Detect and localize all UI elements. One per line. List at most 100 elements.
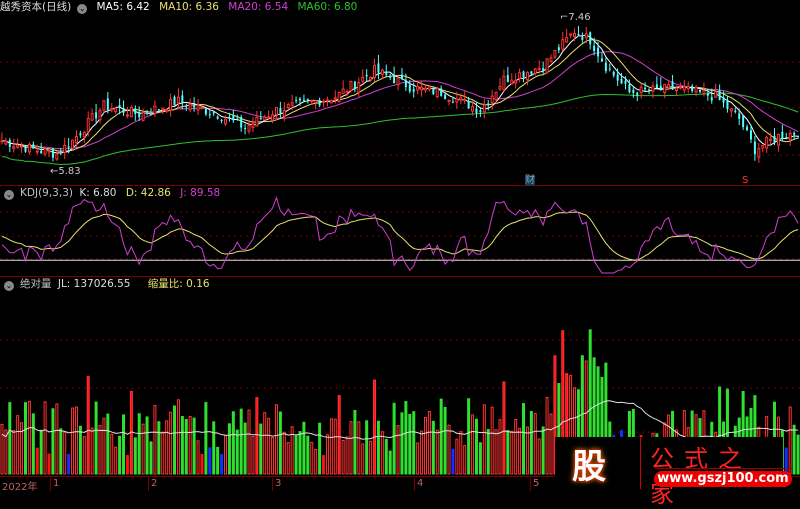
candle xyxy=(251,123,255,128)
candle xyxy=(487,103,490,105)
volume-bar xyxy=(274,404,278,475)
candle xyxy=(247,124,251,132)
volume-bar xyxy=(208,447,212,475)
candle xyxy=(146,112,149,114)
year-label: 2022年 xyxy=(2,482,38,493)
candle xyxy=(236,118,239,120)
volume-bar xyxy=(341,439,345,475)
candle xyxy=(616,74,619,81)
volume-bar xyxy=(286,442,290,475)
candle xyxy=(404,79,407,88)
volume-bar xyxy=(102,417,106,475)
volume-bar xyxy=(141,423,145,475)
candle xyxy=(114,107,118,112)
volume-bar xyxy=(494,429,498,475)
kdj-j-line xyxy=(1,196,799,274)
candle xyxy=(734,110,737,113)
volume-bar xyxy=(153,404,157,475)
candle xyxy=(82,131,86,138)
candle xyxy=(302,99,305,101)
volume-bar xyxy=(463,445,467,475)
candle xyxy=(565,37,569,43)
stock-chart[interactable] xyxy=(0,0,800,476)
month-tick: 4 xyxy=(414,478,423,491)
candle xyxy=(63,144,67,153)
candle xyxy=(451,101,454,103)
candle xyxy=(337,91,341,102)
candle xyxy=(663,83,667,94)
candle xyxy=(318,99,321,106)
candle xyxy=(122,108,125,113)
candle xyxy=(341,88,345,95)
volume-bar xyxy=(216,446,220,475)
volume-bar xyxy=(400,412,404,475)
candle xyxy=(32,144,35,149)
candle xyxy=(98,110,102,121)
volume-bar xyxy=(227,423,231,475)
volume-bar xyxy=(212,421,216,475)
volume-bar xyxy=(392,402,396,475)
candle xyxy=(357,82,361,93)
volume-bar xyxy=(263,412,267,475)
candle xyxy=(514,80,518,84)
candle xyxy=(149,113,152,115)
volume-bar xyxy=(486,428,490,475)
candle xyxy=(369,76,373,81)
volume-bar xyxy=(435,429,439,475)
volume-bar xyxy=(459,431,463,475)
candle xyxy=(797,135,800,137)
candle xyxy=(597,47,600,57)
candle xyxy=(365,74,368,77)
candle xyxy=(196,104,200,111)
candle xyxy=(530,71,533,75)
candle xyxy=(444,94,447,100)
volume-bar xyxy=(349,421,353,475)
candle xyxy=(475,108,478,113)
candle xyxy=(380,69,384,76)
volume-bar xyxy=(478,442,482,475)
candle xyxy=(769,138,773,141)
candle xyxy=(545,58,549,74)
candle xyxy=(471,106,475,112)
candle xyxy=(667,84,671,89)
candle xyxy=(694,86,698,93)
candle xyxy=(153,105,157,114)
candle xyxy=(525,71,529,80)
volume-bar xyxy=(23,402,27,475)
candle xyxy=(537,67,541,70)
candle xyxy=(106,98,109,110)
candle xyxy=(600,58,603,62)
candle xyxy=(212,111,215,114)
volume-bar xyxy=(278,411,282,475)
volume-bar xyxy=(118,435,122,475)
volume-bar xyxy=(267,417,271,475)
volume-bar xyxy=(71,407,75,475)
candle xyxy=(79,133,82,136)
candle xyxy=(432,88,435,95)
volume-bar xyxy=(302,421,306,475)
volume-bar xyxy=(431,420,435,475)
logo-glyph: 股 xyxy=(572,447,606,487)
volume-bar xyxy=(388,450,392,475)
sell-signal-marker[interactable]: S xyxy=(742,175,748,186)
candle xyxy=(67,146,70,148)
financial-report-marker[interactable]: 财 xyxy=(525,175,535,186)
candle xyxy=(612,71,615,76)
volume-bar xyxy=(180,416,184,475)
candle xyxy=(193,105,196,108)
candle xyxy=(608,68,611,70)
candle xyxy=(24,145,27,152)
candle xyxy=(416,86,420,91)
volume-bar xyxy=(125,455,129,475)
volume-bar xyxy=(529,410,533,475)
candle xyxy=(322,100,326,103)
volume-bar xyxy=(498,419,502,475)
volume-bar xyxy=(86,375,90,475)
volume-bar xyxy=(522,403,526,475)
candle xyxy=(43,148,47,155)
candle xyxy=(353,81,356,89)
candle xyxy=(333,97,337,100)
volume-bar xyxy=(455,438,459,475)
candle xyxy=(584,33,588,39)
month-tick: 2 xyxy=(148,478,157,491)
